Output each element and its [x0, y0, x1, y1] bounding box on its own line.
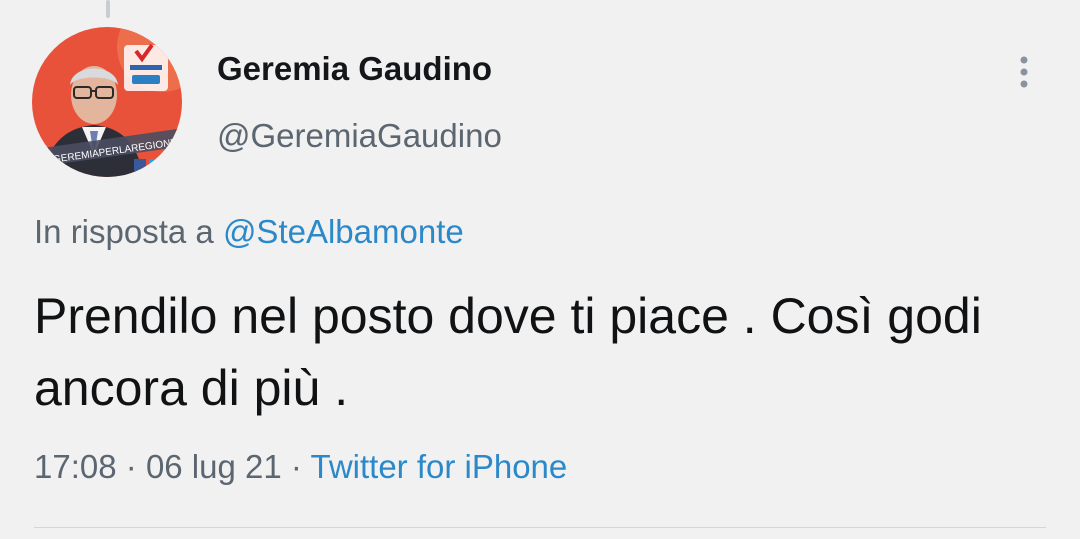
tweet-source-link[interactable]: Twitter for iPhone — [310, 448, 567, 485]
reply-prefix: In risposta a — [34, 213, 214, 250]
meta-separator: · — [125, 448, 137, 485]
thread-connector-line — [106, 0, 110, 18]
author-display-name[interactable]: Geremia Gaudino — [217, 50, 492, 88]
tweet-detail: GEREMIAPERLAREGIONE Geremia Gaudino @Ger… — [0, 0, 1080, 539]
tweet-date: 06 lug 21 — [145, 448, 282, 485]
tweet-time: 17:08 — [34, 448, 117, 485]
meta-separator: · — [290, 448, 302, 485]
tweet-meta: 17:08 · 06 lug 21 · Twitter for iPhone — [34, 448, 567, 486]
tweet-text: Prendilo nel posto dove ti piace . Così … — [34, 288, 982, 416]
reply-context: In risposta a @SteAlbamonte — [34, 213, 464, 251]
profile-photo-icon: GEREMIAPERLAREGIONE — [32, 27, 182, 177]
more-vertical-icon[interactable] — [1010, 52, 1038, 92]
divider — [34, 527, 1046, 528]
author-handle[interactable]: @GeremiaGaudino — [217, 117, 502, 155]
reply-mention-link[interactable]: @SteAlbamonte — [223, 213, 464, 250]
avatar[interactable]: GEREMIAPERLAREGIONE — [32, 27, 182, 177]
